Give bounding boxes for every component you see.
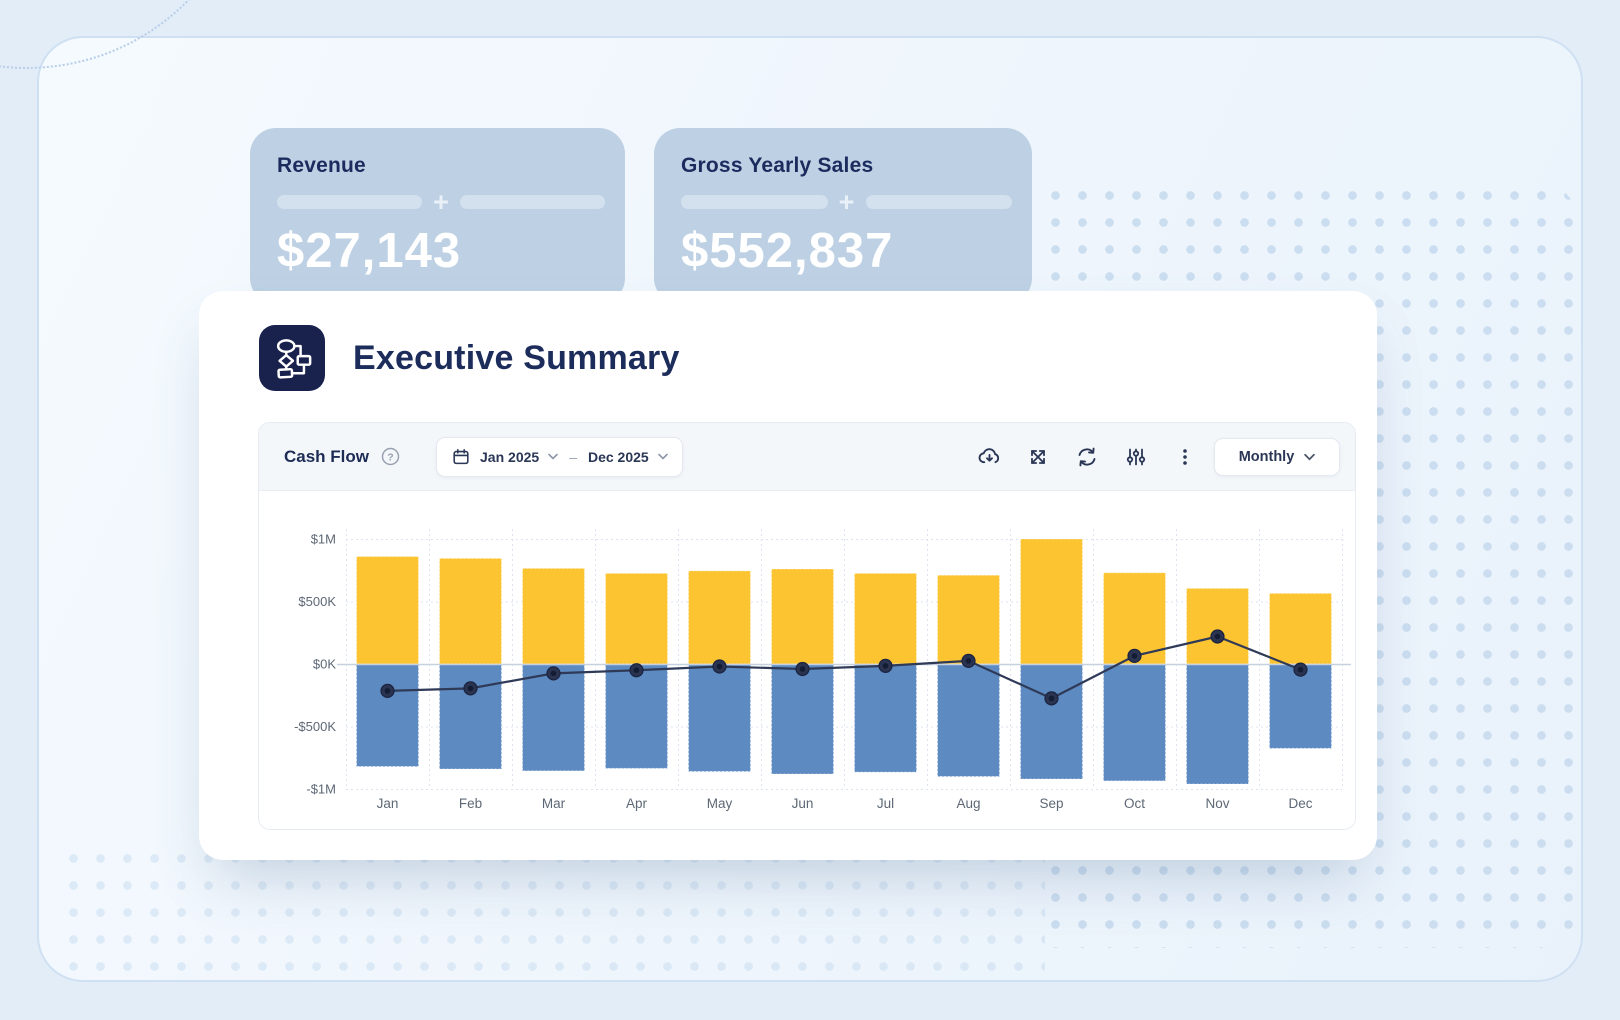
calendar-icon [453,448,469,464]
gross-sales-value: $552,837 [681,224,894,278]
bar-inflow-Feb[interactable] [439,557,502,665]
gross-sales-card-title: Gross Yearly Sales [681,154,874,177]
frequency-value: Monthly [1238,448,1295,465]
skeleton-pill [277,195,422,209]
more-options-button[interactable] [1172,444,1198,470]
bar-inflow-Dec[interactable] [1269,592,1332,665]
svg-text:$500K: $500K [298,594,336,609]
bar-inflow-Mar[interactable] [522,567,585,665]
revenue-stat-card: Revenue + $27,143 [250,128,625,304]
expand-icon [1031,449,1045,464]
svg-text:Mar: Mar [542,796,566,811]
chevron-down-icon [1304,453,1316,460]
svg-text:Jun: Jun [792,796,814,811]
date-end-dropdown[interactable]: Dec 2025 [588,449,649,465]
filter-sliders-icon [1126,448,1146,465]
svg-text:?: ? [387,451,393,463]
refresh-button[interactable] [1074,444,1100,470]
skeleton-pill [460,195,605,209]
chevron-down-icon [548,453,558,460]
bar-inflow-Sep[interactable] [1020,538,1083,665]
cashflow-widget: Cash Flow ? Jan 2025 – Dec 2025 Monthly … [258,422,1356,830]
revenue-skeleton-row: + [277,187,605,217]
cashflow-plot: $1M $500K $0K -$500K -$1M Jan Feb Mar Apr May Jun J… [259,491,1355,830]
svg-text:Nov: Nov [1205,796,1229,811]
help-icon[interactable]: ? [381,447,400,466]
svg-text:Sep: Sep [1039,796,1063,811]
download-button[interactable] [976,444,1002,470]
date-start-dropdown[interactable]: Jan 2025 [480,449,539,465]
executive-summary-header: Executive Summary [259,325,680,391]
cashflow-chart[interactable]: $1M $500K $0K -$500K -$1M Jan Feb Mar Apr May Jun J… [259,491,1355,830]
chart-title: Cash Flow [284,446,370,466]
bar-outflow-Jun[interactable] [771,663,834,775]
bar-inflow-May[interactable] [688,570,751,665]
filters-button[interactable] [1123,444,1149,470]
date-range-separator: – [569,448,577,465]
plus-icon: + [838,187,855,217]
bar-outflow-Jul[interactable] [854,663,917,773]
svg-text:Jul: Jul [877,796,894,811]
chevron-down-icon [657,453,668,460]
svg-text:$0K: $0K [313,657,336,672]
cashflow-toolbar: Cash Flow ? Jan 2025 – Dec 2025 Monthly [259,423,1355,491]
gross-sales-skeleton-row: + [681,187,1012,217]
bar-outflow-May[interactable] [688,663,751,772]
bar-outflow-Nov[interactable] [1186,663,1249,785]
expand-button[interactable] [1025,444,1051,470]
svg-text:Jan: Jan [377,796,399,811]
svg-text:Oct: Oct [1124,796,1145,811]
bar-outflow-Jan[interactable] [356,663,419,767]
svg-text:Aug: Aug [956,796,980,811]
bar-inflow-Jun[interactable] [771,568,834,665]
executive-summary-card: Executive Summary Cash Flow ? Jan 2025 –… [199,291,1377,860]
gross-sales-stat-card: Gross Yearly Sales + $552,837 [654,128,1032,304]
svg-text:$1M: $1M [311,532,336,547]
flowchart-icon [259,325,325,391]
bar-inflow-Aug[interactable] [937,574,1000,665]
plus-icon: + [433,187,449,217]
bar-inflow-Apr[interactable] [605,572,668,665]
frequency-selector[interactable]: Monthly [1214,437,1340,476]
bar-inflow-Jul[interactable] [854,572,917,665]
bar-inflow-Nov[interactable] [1186,587,1249,665]
refresh-icon [1078,447,1096,466]
bar-inflow-Jan[interactable] [356,556,419,665]
skeleton-pill [865,195,1012,209]
svg-text:Dec: Dec [1288,796,1312,811]
skeleton-pill [681,195,828,209]
svg-text:Apr: Apr [626,796,648,811]
revenue-card-title: Revenue [277,154,366,177]
svg-text:-$500K: -$500K [294,719,336,734]
bar-outflow-Oct[interactable] [1103,663,1166,782]
cloud-download-icon [978,448,999,464]
svg-text:-$1M: -$1M [306,782,336,797]
dashboard-page: Revenue + $27,143 Gross Yearly Sales + $… [0,0,1620,1020]
bar-outflow-Aug[interactable] [937,663,1000,777]
page-title: Executive Summary [353,338,680,377]
svg-text:Feb: Feb [459,796,482,811]
bar-outflow-Apr[interactable] [605,663,668,769]
kebab-menu-icon [1183,448,1187,465]
revenue-value: $27,143 [277,224,462,278]
svg-text:May: May [707,796,733,811]
bar-outflow-Feb[interactable] [439,663,502,770]
bar-outflow-Sep[interactable] [1020,663,1083,780]
date-range-picker[interactable]: Jan 2025 – Dec 2025 [436,436,683,477]
